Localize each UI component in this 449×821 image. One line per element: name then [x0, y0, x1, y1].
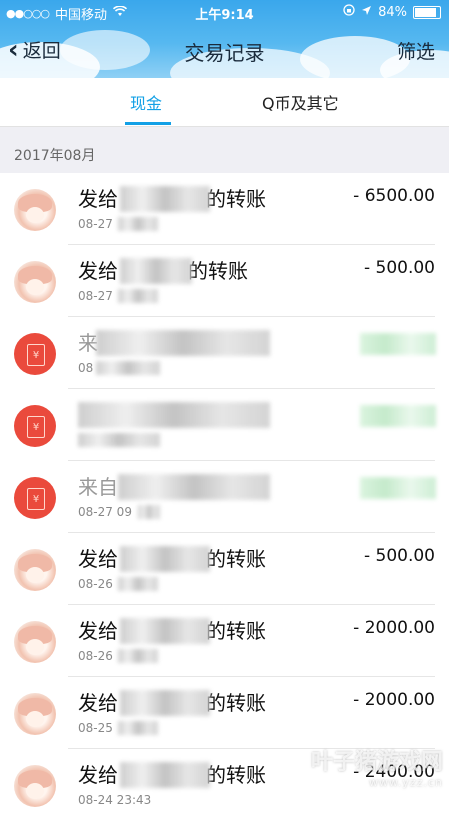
transaction-amount: - 500.00: [363, 546, 435, 566]
redacted-amount: [360, 333, 436, 355]
avatar: [14, 765, 56, 807]
redacted-text: [120, 258, 192, 284]
avatar: [14, 621, 56, 663]
location-icon: [361, 5, 372, 20]
transaction-list: 发给 的转账 08-27 - 6500.00 发给 的转账 08-27 - 500.…: [0, 173, 449, 821]
avatar: [14, 261, 56, 303]
red-packet-icon: ¥: [14, 477, 56, 519]
transaction-amount: - 2000.00: [353, 618, 435, 638]
transaction-date: 08-25: [78, 721, 113, 735]
redacted-text: [138, 505, 160, 519]
transaction-row[interactable]: 发给 的转账 08-27 - 500.00: [0, 245, 449, 317]
red-packet-icon: ¥: [14, 333, 56, 375]
redacted-text: [120, 618, 210, 644]
active-tab-indicator: [125, 122, 171, 125]
redacted-text: [120, 546, 210, 572]
avatar: [14, 189, 56, 231]
redacted-text: [118, 289, 158, 303]
tab-cash[interactable]: 现金: [130, 90, 162, 114]
header-bar: ●●○○○ 中国移动 上午9:14 84% ‹ 返回 交易记录 筛选: [0, 0, 449, 78]
transaction-date: 08: [78, 361, 94, 375]
transaction-row[interactable]: ¥ 来自 08-27 09: [0, 461, 449, 533]
avatar: [14, 549, 56, 591]
transaction-title: 来: [78, 331, 98, 355]
tab-bar: 现金 Q币及其它: [0, 78, 449, 127]
battery-icon: [413, 5, 441, 19]
transaction-amount: - 500.00: [363, 258, 435, 278]
avatar: [14, 693, 56, 735]
transaction-row[interactable]: ¥ 来 08: [0, 317, 449, 389]
transaction-date: 08-26: [78, 577, 113, 591]
redacted-text: [78, 433, 160, 447]
redacted-text: [120, 762, 210, 788]
redacted-text: [120, 186, 210, 212]
transaction-row[interactable]: 发给 的转账 08-25 - 2000.00: [0, 677, 449, 749]
red-packet-icon: ¥: [14, 405, 56, 447]
status-bar: ●●○○○ 中国移动 上午9:14 84%: [0, 0, 449, 24]
transaction-date: 08-27 09: [78, 505, 132, 519]
redacted-text: [120, 690, 210, 716]
redacted-amount: [360, 477, 436, 499]
watermark: 叶子猪游戏网 www.yzz.cn: [310, 750, 443, 789]
tab-qcoin-other[interactable]: Q币及其它: [262, 90, 339, 114]
page-title: 交易记录: [184, 41, 265, 65]
redacted-text: [96, 361, 160, 375]
orientation-lock-icon: [343, 4, 355, 20]
transaction-amount: - 2000.00: [353, 690, 435, 710]
redacted-text: [118, 649, 158, 663]
redacted-text: [118, 721, 158, 735]
redacted-text: [96, 330, 270, 356]
redacted-text: [78, 402, 270, 428]
transaction-title: 来自: [78, 475, 118, 499]
transaction-date: 08-24 23:43: [78, 793, 152, 807]
navigation-bar: ‹ 返回 交易记录 筛选: [0, 24, 449, 78]
redacted-text: [118, 474, 270, 500]
redacted-amount: [360, 405, 436, 427]
transaction-date: 08-27: [78, 217, 113, 231]
transaction-row[interactable]: 发给 的转账 08-26 - 2000.00: [0, 605, 449, 677]
battery-percent: 84%: [378, 4, 407, 20]
month-section-header: 2017年08月: [0, 127, 449, 173]
transaction-row[interactable]: 发给 的转账 08-27 - 6500.00: [0, 173, 449, 245]
transaction-row[interactable]: ¥: [0, 389, 449, 461]
transaction-date: 08-27: [78, 289, 113, 303]
transaction-date: 08-26: [78, 649, 113, 663]
filter-button[interactable]: 筛选: [397, 37, 435, 64]
transaction-row[interactable]: 发给 的转账 08-26 - 500.00: [0, 533, 449, 605]
redacted-text: [118, 577, 158, 591]
transaction-amount: - 6500.00: [353, 186, 435, 206]
redacted-text: [118, 217, 158, 231]
month-label: 2017年08月: [14, 148, 96, 164]
